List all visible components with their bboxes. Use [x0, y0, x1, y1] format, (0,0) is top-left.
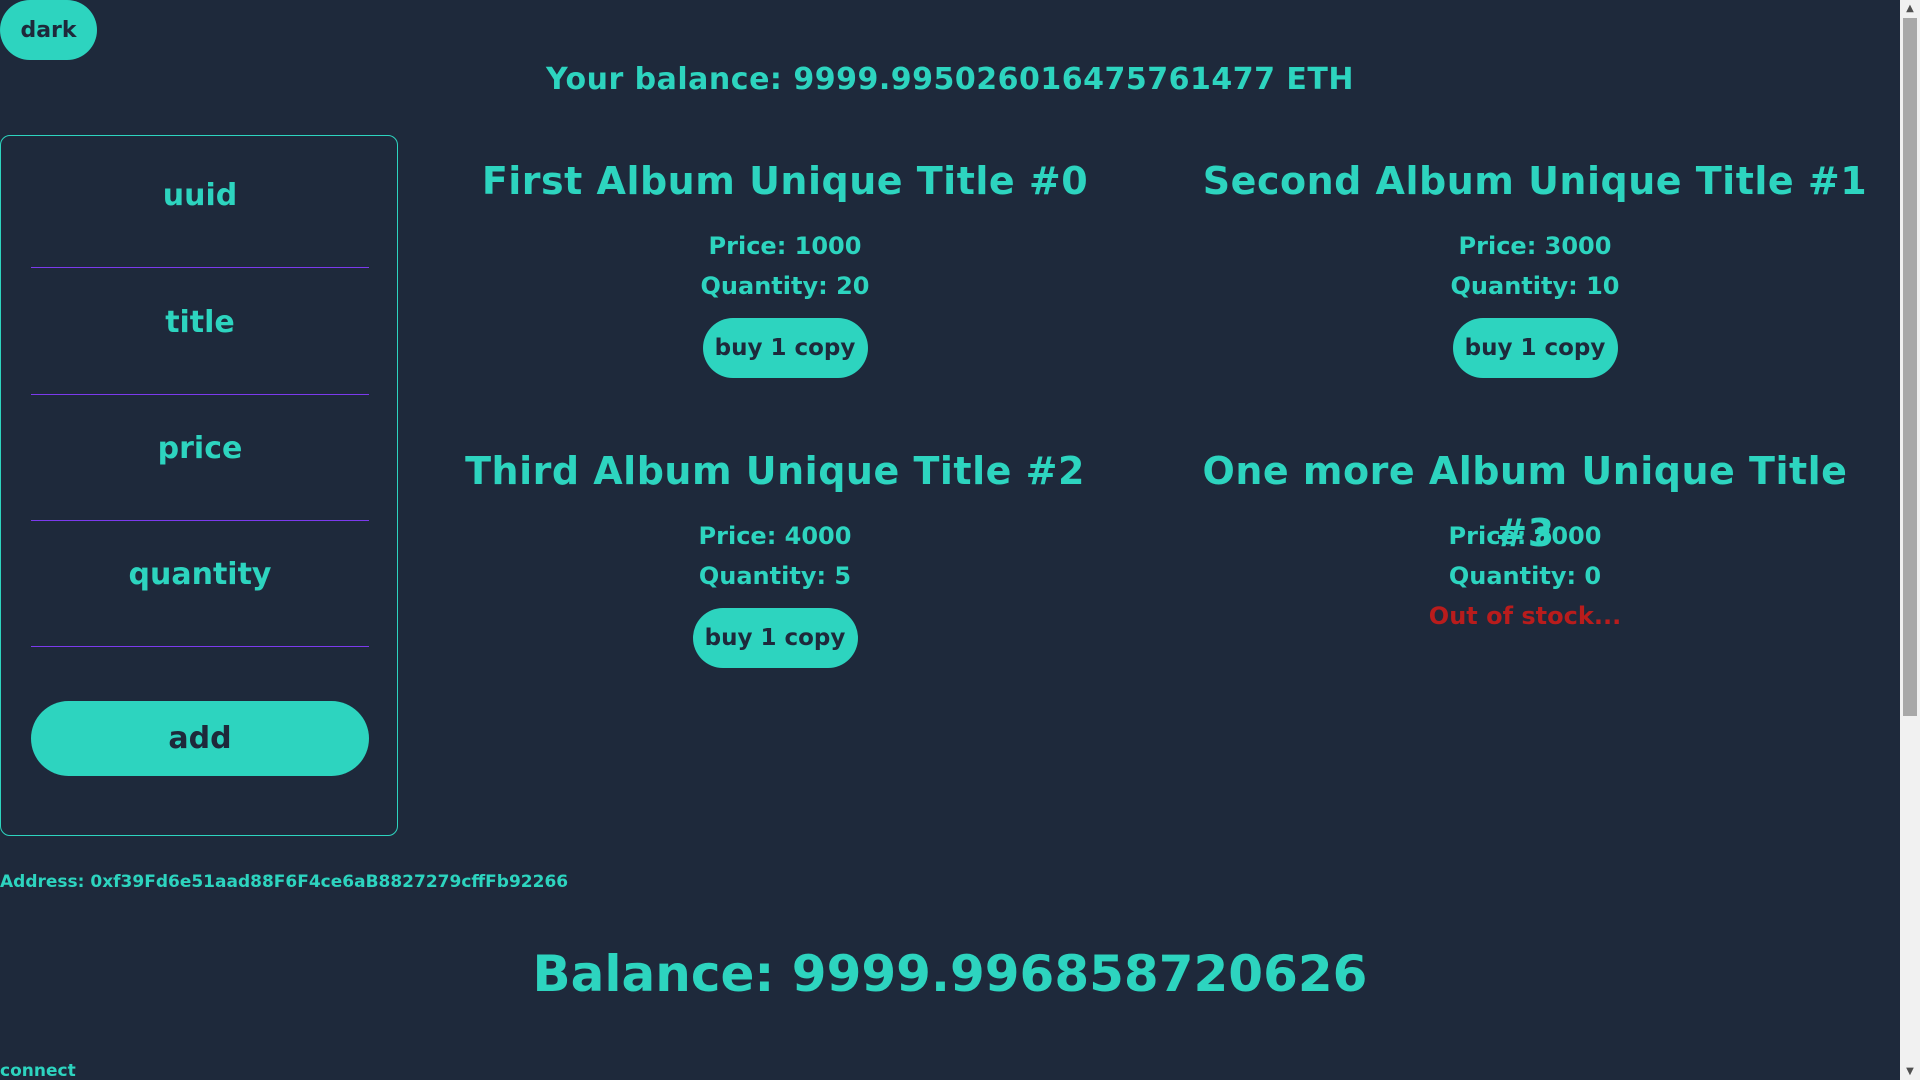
add-album-form: uuid title price quantity add [0, 135, 398, 836]
uuid-label: uuid [162, 178, 238, 213]
quantity-field: quantity [31, 521, 369, 647]
quantity-input[interactable] [31, 591, 369, 647]
price-label: price [157, 431, 243, 466]
scroll-thumb[interactable] [1903, 18, 1917, 716]
scroll-down-icon[interactable]: ▼ [1900, 1063, 1920, 1080]
add-button[interactable]: add [31, 701, 369, 776]
out-of-stock-label: Out of stock... [1428, 602, 1622, 630]
title-input[interactable] [31, 339, 369, 395]
album-quantity: Quantity: 10 [1450, 272, 1620, 300]
album-price: Price: 4000 [698, 522, 852, 550]
album-price: Price: 3000 [1458, 232, 1612, 260]
album-card: One more Album Unique Title #3 Price: 80… [1175, 440, 1875, 636]
theme-toggle-button[interactable]: dark [0, 0, 97, 60]
album-quantity: Quantity: 20 [700, 272, 870, 300]
buy-copy-button[interactable]: buy 1 copy [692, 608, 858, 668]
quantity-label: quantity [128, 557, 272, 592]
uuid-field: uuid [31, 142, 369, 268]
page-scrollbar[interactable]: ▲ ▼ [1900, 0, 1920, 1080]
album-quantity: Quantity: 5 [698, 562, 852, 590]
title-field: title [31, 269, 369, 395]
buy-copy-button[interactable]: buy 1 copy [702, 318, 868, 378]
album-card: First Album Unique Title #0 Price: 1000 … [435, 150, 1135, 378]
album-title: Second Album Unique Title #1 [1202, 159, 1868, 203]
price-input[interactable] [31, 465, 369, 521]
album-price: Price: 8000 [1448, 522, 1602, 550]
album-title: First Album Unique Title #0 [481, 159, 1089, 203]
wallet-balance: Balance: 9999.996858720626 [532, 945, 1368, 1003]
balance-header: Your balance: 9999.995026016475761477 ET… [546, 62, 1354, 97]
album-card: Second Album Unique Title #1 Price: 3000… [1185, 150, 1885, 378]
wallet-address: Address: 0xf39Fd6e51aad88F6F4ce6aB882727… [0, 872, 569, 892]
scroll-up-icon[interactable]: ▲ [1900, 0, 1920, 17]
album-card: Third Album Unique Title #2 Price: 4000 … [425, 440, 1125, 668]
buy-copy-button[interactable]: buy 1 copy [1452, 318, 1618, 378]
album-price: Price: 1000 [708, 232, 862, 260]
album-title: One more Album Unique Title #3 [1202, 449, 1848, 555]
album-title: Third Album Unique Title #2 [465, 449, 1085, 493]
uuid-input[interactable] [31, 212, 369, 268]
album-quantity: Quantity: 0 [1448, 562, 1602, 590]
title-label: title [165, 305, 235, 340]
price-field: price [31, 395, 369, 521]
connect-link[interactable]: connect [0, 1062, 76, 1080]
